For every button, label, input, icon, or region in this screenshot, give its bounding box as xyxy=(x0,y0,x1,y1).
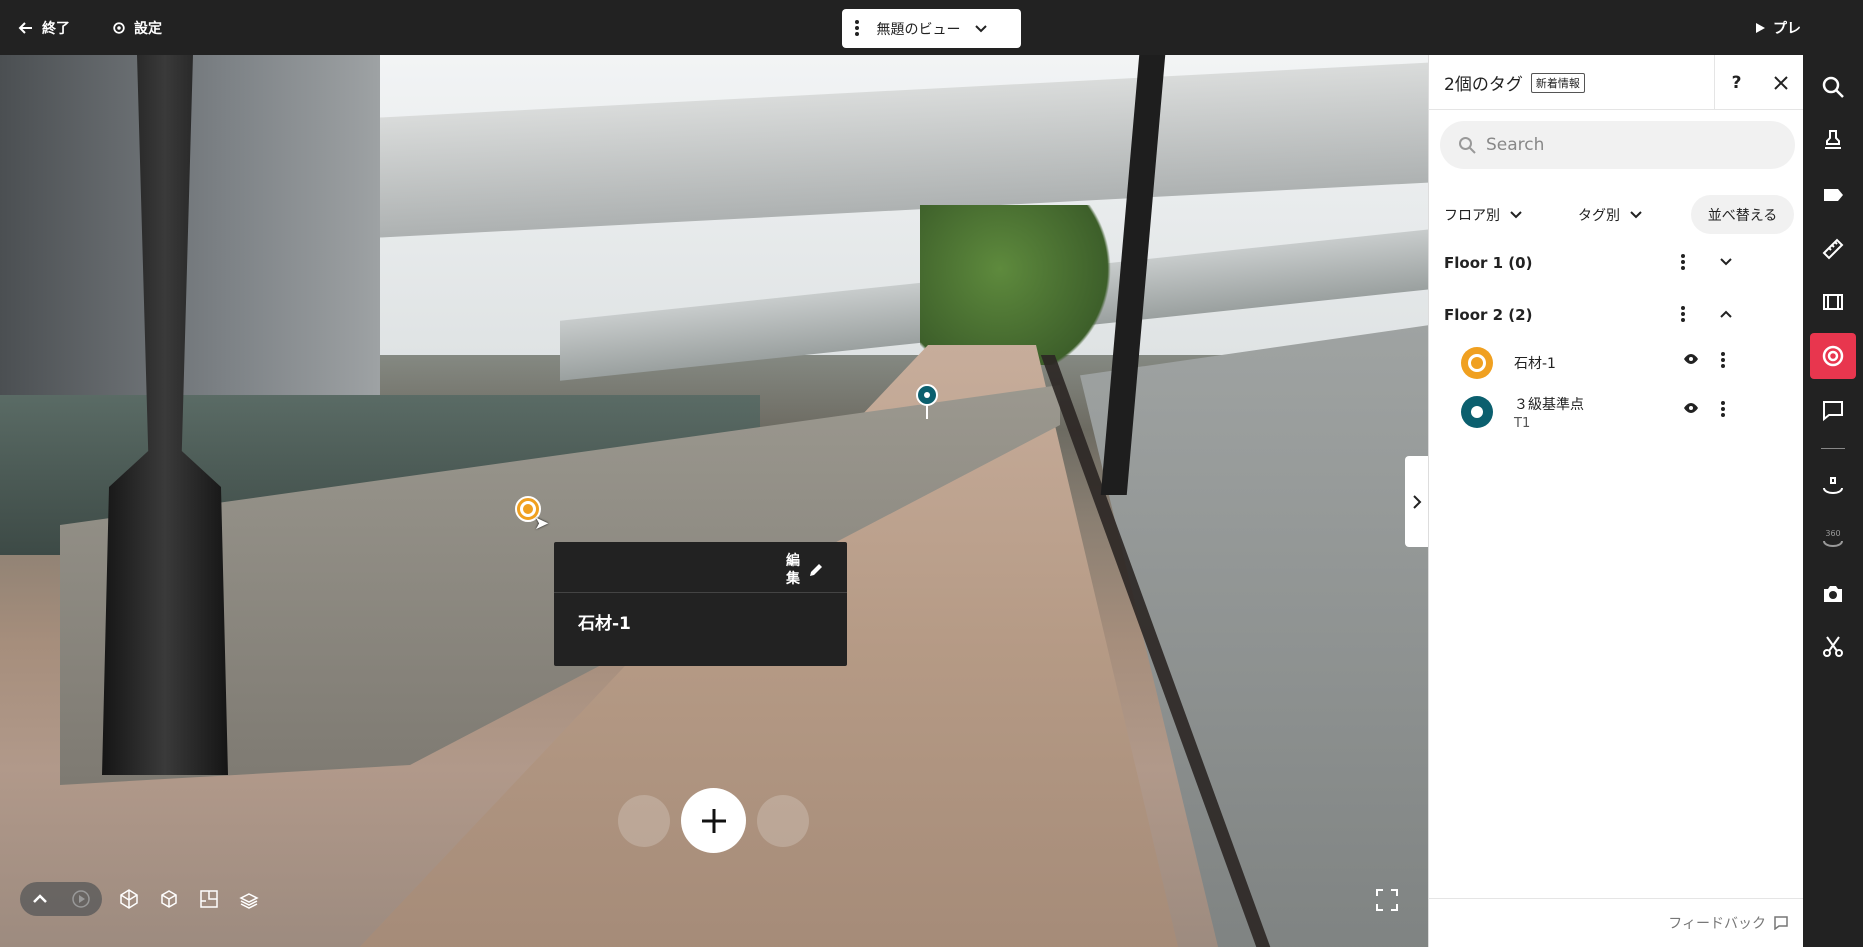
fullscreen-icon[interactable] xyxy=(1375,888,1401,914)
feedback-icon xyxy=(1774,916,1788,930)
eye-icon[interactable] xyxy=(1683,402,1699,414)
scissors-icon[interactable] xyxy=(1810,624,1856,670)
filter-by-tag[interactable]: タグ別 xyxy=(1578,193,1642,237)
floorplan-icon[interactable] xyxy=(196,886,222,912)
play-circle-icon xyxy=(71,890,90,908)
pencil-icon xyxy=(810,564,822,576)
popup-title: 石材-1 xyxy=(578,614,631,634)
rotate-icon[interactable] xyxy=(1810,463,1856,509)
help-button[interactable]: ? xyxy=(1714,55,1758,110)
pano-trees xyxy=(920,205,1120,365)
floor-label: Floor 2 (2) xyxy=(1444,306,1533,324)
floor-label: Floor 1 (0) xyxy=(1444,254,1533,272)
tag-pin-teal[interactable] xyxy=(916,384,938,406)
tag-color-icon xyxy=(1461,396,1493,428)
highlight-reel-toggle[interactable] xyxy=(20,882,102,916)
camera-icon[interactable] xyxy=(1810,571,1856,617)
floors-icon[interactable] xyxy=(236,886,262,912)
chevron-down-icon xyxy=(974,24,987,32)
filter-by-floor[interactable]: フロア別 xyxy=(1444,193,1522,237)
settings-label: 設定 xyxy=(134,20,162,37)
chevron-right-icon xyxy=(1412,494,1421,509)
tag-name: ３級基準点 xyxy=(1514,397,1584,413)
move-tag-button[interactable] xyxy=(618,795,670,847)
dollhouse-icon[interactable] xyxy=(116,886,142,912)
gear-icon xyxy=(113,21,125,34)
edit-label-line1: 編 xyxy=(786,553,800,569)
3d-view-icon[interactable] xyxy=(156,886,182,912)
tag-list-item[interactable]: ３級基準点 T1 xyxy=(1429,386,1804,436)
chevron-up-icon xyxy=(32,894,47,903)
comment-icon[interactable] xyxy=(1810,387,1856,433)
plus-icon xyxy=(701,808,726,833)
exit-label: 終了 xyxy=(42,20,70,37)
tag-pin-stem xyxy=(926,405,928,419)
tag-subtitle: T1 xyxy=(1514,416,1531,431)
search-input[interactable] xyxy=(1486,135,1766,155)
stamp-icon[interactable] xyxy=(1810,117,1856,163)
filter-floor-label: フロア別 xyxy=(1444,208,1500,224)
edit-label-line2: 集 xyxy=(786,571,800,587)
tag-popup: 編 集 石材-1 xyxy=(554,542,847,666)
tag-icon[interactable] xyxy=(1810,172,1856,218)
view-name: 無題のビュー xyxy=(876,21,961,38)
tag-color-icon xyxy=(1461,347,1493,379)
tag-list-item[interactable]: 石材-1 xyxy=(1429,337,1804,387)
tags-panel: 2個のタグ 新着情報 ? フロア別 タグ別 並べ替える Floor 1 (0) … xyxy=(1428,55,1804,947)
delete-tag-button[interactable] xyxy=(757,795,809,847)
view-mode-toolbar xyxy=(20,882,262,916)
panorama-viewer[interactable]: ➤ 編 集 石材-1 xyxy=(0,55,1428,947)
close-icon xyxy=(1774,75,1788,90)
more-vertical-icon[interactable] xyxy=(1681,305,1685,323)
floor-group-1[interactable]: Floor 1 (0) xyxy=(1429,241,1804,285)
chevron-down-icon xyxy=(1630,211,1642,219)
eye-icon[interactable] xyxy=(1683,353,1699,365)
chevron-up-icon[interactable] xyxy=(1719,305,1733,323)
search-icon[interactable] xyxy=(1810,64,1856,110)
film-icon[interactable] xyxy=(1810,279,1856,325)
close-panel-button[interactable] xyxy=(1759,55,1803,110)
panel-title: 2個のタグ 新着情報 xyxy=(1444,70,1585,95)
chevron-down-icon xyxy=(1510,211,1522,219)
panel-title-text: 2個のタグ xyxy=(1444,75,1523,95)
feedback-button[interactable]: フィードバック xyxy=(1429,898,1804,947)
floor-group-2[interactable]: Floor 2 (2) xyxy=(1429,293,1804,337)
chevron-down-icon[interactable] xyxy=(1719,253,1733,271)
ruler-icon[interactable] xyxy=(1810,226,1856,272)
tag-name: 石材-1 xyxy=(1514,356,1556,372)
more-vertical-icon[interactable] xyxy=(1721,400,1725,418)
view-selector[interactable]: 無題のビュー xyxy=(842,9,1021,48)
edit-button[interactable]: 編 集 xyxy=(785,552,823,588)
360-icon[interactable]: 360 xyxy=(1810,515,1856,561)
panel-header: 2個のタグ 新着情報 ? xyxy=(1429,55,1804,110)
target-icon[interactable] xyxy=(1810,333,1856,379)
filter-row: フロア別 タグ別 並べ替える xyxy=(1429,193,1804,237)
more-vertical-icon[interactable] xyxy=(1681,253,1685,271)
edit-label: 編 集 xyxy=(785,552,801,588)
tools-sidebar: 360 xyxy=(1803,0,1863,947)
feedback-label: フィードバック xyxy=(1668,916,1766,932)
360-label: 360 xyxy=(1825,529,1840,538)
panel-collapse-button[interactable] xyxy=(1405,456,1428,547)
more-vertical-icon[interactable] xyxy=(855,19,859,37)
search-icon xyxy=(1459,137,1476,154)
settings-button[interactable]: 設定 xyxy=(112,0,162,55)
mouse-cursor-icon: ➤ xyxy=(534,513,550,534)
arrow-left-icon xyxy=(18,21,32,34)
exit-button[interactable]: 終了 xyxy=(18,0,70,55)
filter-tag-label: タグ別 xyxy=(1578,208,1620,224)
top-bar: 終了 設定 無題のビュー プレビュー xyxy=(0,0,1863,55)
popup-divider xyxy=(554,592,847,593)
search-box[interactable] xyxy=(1440,121,1795,169)
toolbar-divider xyxy=(1821,448,1845,449)
more-vertical-icon[interactable] xyxy=(1721,351,1725,369)
whats-new-badge[interactable]: 新着情報 xyxy=(1530,72,1585,93)
sort-button[interactable]: 並べ替える xyxy=(1691,195,1794,234)
play-icon xyxy=(1756,22,1765,33)
add-tag-button[interactable] xyxy=(681,788,746,853)
